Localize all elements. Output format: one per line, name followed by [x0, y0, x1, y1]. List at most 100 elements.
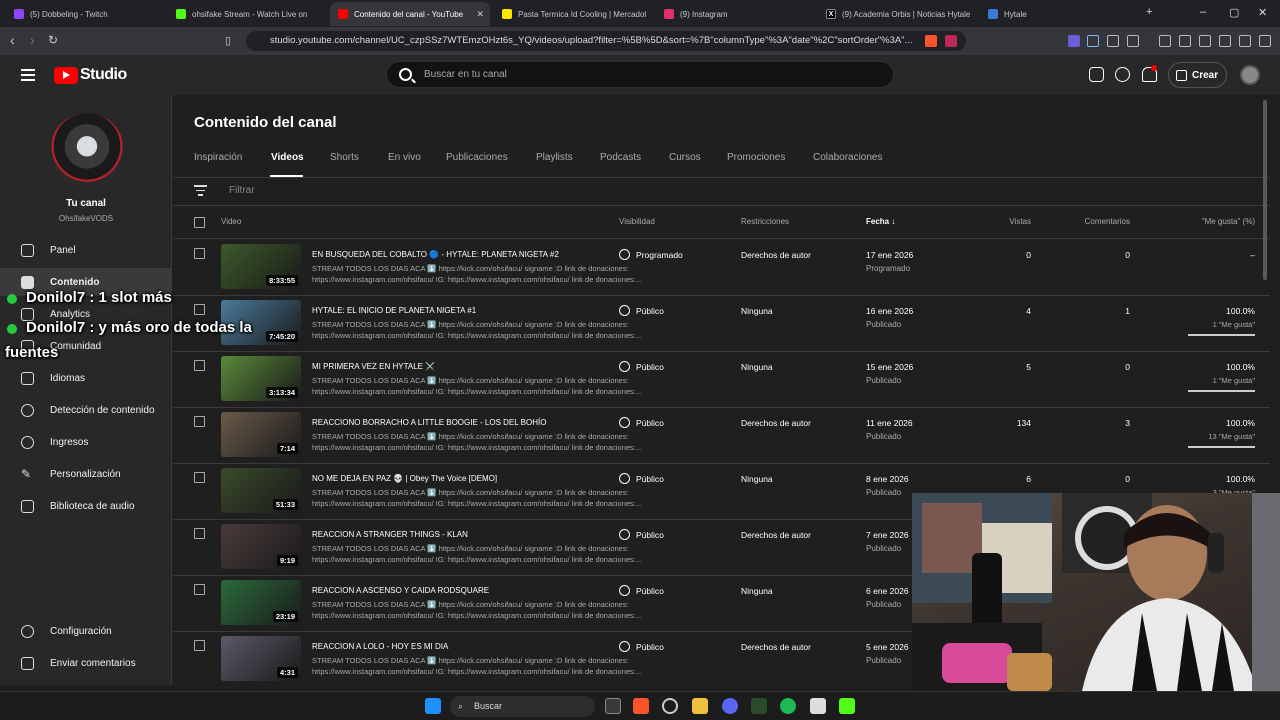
help-icon[interactable] — [1115, 67, 1130, 82]
browser-tab[interactable]: Hytale — [980, 2, 1138, 26]
visibility-status[interactable]: Público — [619, 529, 664, 540]
tab-inspiration[interactable]: Inspiración — [194, 152, 242, 163]
browser-tab[interactable]: X (9) Academia Orbis | Noticias Hytale — [818, 2, 976, 26]
browser-tab[interactable]: ohsifake Stream - Watch Live on — [168, 2, 326, 26]
tab-live[interactable]: En vivo — [388, 152, 421, 163]
restriction-status[interactable]: Ninguna — [741, 362, 773, 372]
row-checkbox[interactable] — [194, 472, 205, 483]
leo-icon[interactable] — [1219, 35, 1231, 47]
tab-videos[interactable]: Videos — [271, 152, 304, 163]
channel-search-input[interactable]: Buscar en tu canal — [386, 61, 894, 88]
video-thumbnail[interactable]: 7:14 — [221, 412, 301, 457]
bookmark-icon[interactable]: ▯ — [225, 34, 231, 47]
col-likes[interactable]: "Me gusta" (%) — [1173, 217, 1255, 226]
sidebar-item-languages[interactable]: Idiomas — [0, 364, 172, 392]
music-icon[interactable] — [1159, 35, 1171, 47]
row-checkbox[interactable] — [194, 360, 205, 371]
tab-posts[interactable]: Publicaciones — [446, 152, 508, 163]
visibility-status[interactable]: Público — [619, 585, 664, 596]
row-checkbox[interactable] — [194, 640, 205, 651]
url-field[interactable]: studio.youtube.com/channel/UC_czpSSz7WTE… — [246, 31, 966, 51]
tab-playlists[interactable]: Playlists — [536, 152, 573, 163]
sidebar-item-audio-library[interactable]: Biblioteca de audio — [0, 492, 172, 520]
sidebar-item-customization[interactable]: ✎ Personalización — [0, 460, 172, 488]
browser-tab[interactable]: (9) Instagram — [656, 2, 814, 26]
video-title[interactable]: REACCION A LOLO - HOY ES MI DIA — [312, 642, 448, 651]
tab-promotions[interactable]: Promociones — [727, 152, 785, 163]
kick-icon[interactable] — [839, 698, 855, 714]
maximize-icon[interactable]: ▢ — [1229, 6, 1239, 19]
extension-icon[interactable] — [1087, 35, 1099, 47]
row-checkbox[interactable] — [194, 304, 205, 315]
tab-courses[interactable]: Cursos — [669, 152, 701, 163]
forward-icon[interactable]: › — [30, 32, 35, 48]
sidebar-item-content-detection[interactable]: Detección de contenido — [0, 396, 172, 424]
taskbar-search[interactable]: ⌕ Buscar — [450, 696, 595, 717]
subtitles-icon[interactable] — [1089, 67, 1104, 82]
reload-icon[interactable]: ↻ — [48, 33, 58, 47]
col-comments[interactable]: Comentarios — [1053, 217, 1130, 226]
table-row[interactable]: 7:14 REACCIONO BORRACHO A LITTLE BOOGIE -… — [173, 407, 1270, 463]
restriction-status[interactable]: Derechos de autor — [741, 250, 811, 260]
extension-icon[interactable] — [1107, 35, 1119, 47]
visibility-status[interactable]: Público — [619, 641, 664, 652]
row-checkbox[interactable] — [194, 584, 205, 595]
brave-rewards-icon[interactable] — [945, 35, 957, 47]
restriction-status[interactable]: Derechos de autor — [741, 642, 811, 652]
filter-input[interactable]: Filtrar — [229, 185, 255, 196]
visibility-status[interactable]: Público — [619, 417, 664, 428]
discord-icon[interactable] — [722, 698, 738, 714]
new-tab-icon[interactable]: + — [1146, 6, 1152, 18]
restriction-status[interactable]: Ninguna — [741, 586, 773, 596]
brave-shield-icon[interactable] — [925, 35, 937, 47]
tab-podcasts[interactable]: Podcasts — [600, 152, 641, 163]
sidebar-item-settings[interactable]: Configuración — [0, 617, 172, 645]
restriction-status[interactable]: Ninguna — [741, 306, 773, 316]
visibility-status[interactable]: Público — [619, 305, 664, 316]
table-row[interactable]: 3:13:34 MI PRIMERA VEZ EN HYTALE ⚔️ STREAM… — [173, 351, 1270, 407]
visibility-status[interactable]: Público — [619, 473, 664, 484]
minimize-icon[interactable]: – — [1200, 6, 1206, 18]
video-thumbnail[interactable]: 4:31 — [221, 636, 301, 681]
tab-shorts[interactable]: Shorts — [330, 152, 359, 163]
table-row[interactable]: 8:33:55 EN BUSQUEDA DEL COBALTO 🔵 - HYTAL… — [173, 239, 1270, 295]
filter-icon[interactable] — [194, 185, 207, 199]
select-all-checkbox[interactable] — [194, 217, 205, 228]
brave-icon[interactable] — [633, 698, 649, 714]
menu-icon[interactable] — [1259, 35, 1271, 47]
sidebar-item-earn[interactable]: Ingresos — [0, 428, 172, 456]
task-view-icon[interactable] — [605, 698, 621, 714]
app-icon[interactable] — [751, 698, 767, 714]
visibility-status[interactable]: Programado — [619, 249, 683, 260]
video-thumbnail[interactable]: 51:33 — [221, 468, 301, 513]
back-icon[interactable]: ‹ — [10, 32, 15, 48]
sidebar-item-feedback[interactable]: Enviar comentarios — [0, 649, 172, 677]
browser-tab-active[interactable]: Contenido del canal - YouTube ✕ — [330, 2, 490, 26]
sidebar-icon[interactable] — [1179, 35, 1191, 47]
video-title[interactable]: REACCION A STRANGER THINGS - KLAN — [312, 530, 468, 539]
video-title[interactable]: EN BUSQUEDA DEL COBALTO 🔵 - HYTALE: PLAN… — [312, 250, 559, 259]
video-title[interactable]: REACCION A ASCENSO Y CAIDA RODSQUARE — [312, 586, 489, 595]
col-views[interactable]: Vistas — [973, 217, 1031, 226]
sidebar-item-panel[interactable]: Panel — [0, 236, 172, 264]
video-thumbnail[interactable]: 3:13:34 — [221, 356, 301, 401]
create-button[interactable]: Crear — [1168, 62, 1227, 88]
video-thumbnail[interactable]: 8:33:55 — [221, 244, 301, 289]
col-restrictions[interactable]: Restricciones — [741, 217, 789, 226]
close-tab-icon[interactable]: ✕ — [476, 9, 484, 20]
windows-start-icon[interactable] — [425, 698, 441, 714]
wallet-icon[interactable] — [1199, 35, 1211, 47]
video-title[interactable]: NO ME DEJA EN PAZ 💀 | Obey The Voice [DE… — [312, 474, 497, 483]
video-title[interactable]: HYTALE: EL INICIO DE PLANETA NIGETA #1 — [312, 306, 476, 315]
spotify-icon[interactable] — [780, 698, 796, 714]
restriction-status[interactable]: Derechos de autor — [741, 418, 811, 428]
row-checkbox[interactable] — [194, 416, 205, 427]
hamburger-menu-icon[interactable] — [21, 69, 35, 81]
app-icon[interactable] — [662, 698, 678, 714]
row-checkbox[interactable] — [194, 248, 205, 259]
col-date[interactable]: Fecha ↓ — [866, 217, 895, 226]
extension-icon[interactable] — [1127, 35, 1139, 47]
vpn-icon[interactable] — [1239, 35, 1251, 47]
file-explorer-icon[interactable] — [692, 698, 708, 714]
scrollbar[interactable] — [1263, 100, 1267, 280]
